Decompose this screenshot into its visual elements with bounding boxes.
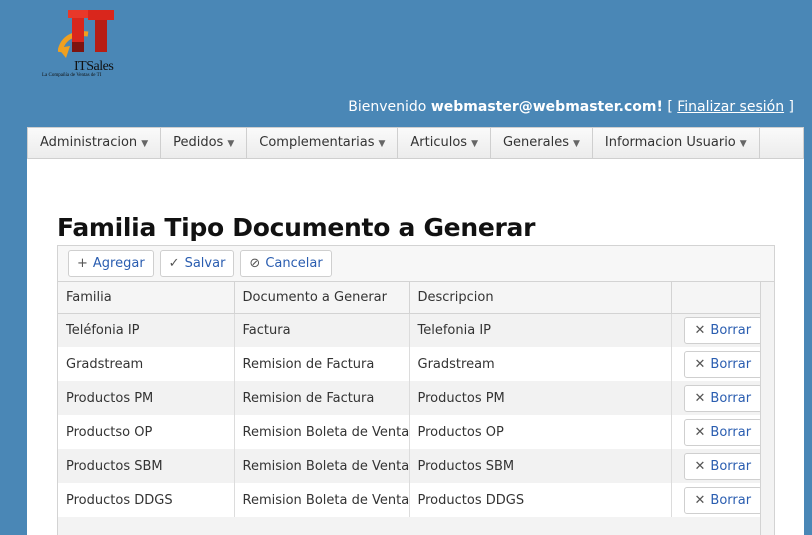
bracket-close: ] bbox=[788, 99, 794, 115]
chevron-down-icon: ▼ bbox=[471, 139, 478, 149]
logout-link[interactable]: Finalizar sesión bbox=[677, 99, 784, 115]
table-row[interactable]: Productos SBM Remision Boleta de Venta P… bbox=[58, 449, 761, 483]
delete-button[interactable]: ✕ Borrar bbox=[683, 486, 759, 514]
cell-descripcion[interactable]: Productos PM bbox=[409, 381, 672, 415]
cell-documento[interactable]: Remision Boleta de Venta bbox=[234, 449, 410, 483]
welcome-prefix: Bienvenido bbox=[348, 99, 427, 115]
cell-actions: ✕ Borrar bbox=[671, 347, 761, 381]
cell-actions: ✕ Borrar bbox=[671, 415, 761, 449]
delete-label: Borrar bbox=[710, 492, 752, 508]
logo-company-name: ITSales bbox=[74, 59, 114, 74]
cell-descripcion[interactable]: Telefonia IP bbox=[409, 313, 672, 347]
delete-button[interactable]: ✕ Borrar bbox=[683, 316, 759, 344]
nav-administracion[interactable]: Administracion ▼ bbox=[28, 128, 162, 158]
page-title: Familia Tipo Documento a Generar bbox=[57, 213, 536, 242]
delete-label: Borrar bbox=[710, 322, 752, 338]
check-icon: ✓ bbox=[168, 256, 180, 271]
cell-familia[interactable]: Productos SBM bbox=[58, 449, 235, 483]
grid-scrollbar[interactable] bbox=[760, 282, 774, 535]
table-row[interactable]: Productso OP Remision Boleta de Venta Pr… bbox=[58, 415, 761, 449]
table-row[interactable]: Teléfonia IP Factura Telefonia IP ✕ Borra… bbox=[58, 313, 761, 347]
welcome-message: Bienvenido webmaster@webmaster.com! [ Fi… bbox=[348, 99, 794, 115]
col-actions bbox=[671, 282, 761, 314]
table-row[interactable]: Gradstream Remision de Factura Gradstrea… bbox=[58, 347, 761, 381]
logo-slogan: La Compañía de Ventas de TI bbox=[42, 73, 102, 78]
save-label: Salvar bbox=[184, 256, 226, 271]
chevron-down-icon: ▼ bbox=[141, 139, 149, 149]
close-icon: ✕ bbox=[694, 492, 706, 508]
col-descripcion[interactable]: Descripcion bbox=[409, 282, 672, 314]
cell-documento[interactable]: Factura bbox=[234, 313, 410, 347]
delete-button[interactable]: ✕ Borrar bbox=[683, 418, 759, 446]
main-navbar: Administracion ▼ Pedidos ▼ Complementarias… bbox=[27, 127, 804, 159]
cell-documento[interactable]: Remision Boleta de Venta bbox=[234, 483, 410, 517]
delete-label: Borrar bbox=[710, 356, 752, 372]
cell-descripcion[interactable]: Productos DDGS bbox=[409, 483, 672, 517]
chevron-down-icon: ▼ bbox=[739, 139, 747, 149]
add-label: Agregar bbox=[92, 256, 145, 271]
logo-it-graphic bbox=[58, 10, 114, 58]
delete-label: Borrar bbox=[710, 390, 752, 406]
itsales-logo[interactable]: ITSales La Compañía de Ventas de TI bbox=[30, 6, 140, 78]
cell-documento[interactable]: Remision de Factura bbox=[234, 381, 410, 415]
table-row[interactable]: Productos PM Remision de Factura Product… bbox=[58, 381, 761, 415]
close-icon: ✕ bbox=[694, 356, 706, 372]
cell-familia[interactable]: Productso OP bbox=[58, 415, 235, 449]
cell-actions: ✕ Borrar bbox=[671, 483, 761, 517]
grid-toolbar: + Agregar ✓ Salvar ⊘ Cancelar bbox=[58, 246, 774, 282]
nav-informacion-usuario[interactable]: Informacion Usuario ▼ bbox=[593, 128, 760, 158]
col-familia[interactable]: Familia bbox=[58, 282, 235, 314]
col-documento[interactable]: Documento a Generar bbox=[234, 282, 410, 314]
nav-label: Articulos bbox=[410, 135, 468, 150]
cancel-button[interactable]: ⊘ Cancelar bbox=[240, 250, 332, 277]
table-row[interactable]: Productos DDGS Remision Boleta de Venta … bbox=[58, 483, 761, 517]
cell-descripcion[interactable]: Productos SBM bbox=[409, 449, 672, 483]
chevron-down-icon: ▼ bbox=[573, 139, 580, 149]
delete-button[interactable]: ✕ Borrar bbox=[683, 384, 759, 412]
nav-label: Informacion Usuario bbox=[604, 135, 736, 150]
nav-label: Pedidos bbox=[173, 135, 224, 150]
chevron-down-icon: ▼ bbox=[378, 139, 386, 149]
close-icon: ✕ bbox=[694, 322, 706, 338]
close-icon: ✕ bbox=[694, 424, 706, 440]
cell-documento[interactable]: Remision de Factura bbox=[234, 347, 410, 381]
plus-icon: + bbox=[77, 256, 88, 271]
cell-documento[interactable]: Remision Boleta de Venta bbox=[234, 415, 410, 449]
save-button[interactable]: ✓ Salvar bbox=[159, 250, 235, 277]
delete-label: Borrar bbox=[710, 458, 752, 474]
delete-button[interactable]: ✕ Borrar bbox=[683, 452, 759, 480]
delete-label: Borrar bbox=[710, 424, 752, 440]
nav-generales[interactable]: Generales ▼ bbox=[491, 128, 593, 158]
cell-descripcion[interactable]: Productos OP bbox=[409, 415, 672, 449]
nav-label: Administracion bbox=[40, 135, 138, 150]
delete-button[interactable]: ✕ Borrar bbox=[683, 350, 759, 378]
cell-actions: ✕ Borrar bbox=[671, 313, 761, 347]
grid-table: Familia Documento a Generar Descripcion … bbox=[58, 282, 761, 517]
content-panel: Familia Tipo Documento a Generar + Agrega… bbox=[27, 159, 804, 535]
nav-label: Generales bbox=[502, 135, 569, 150]
cell-familia[interactable]: Productos DDGS bbox=[58, 483, 235, 517]
user-email: webmaster@webmaster.com! bbox=[430, 99, 663, 115]
nav-articulos[interactable]: Articulos ▼ bbox=[398, 128, 491, 158]
close-icon: ✕ bbox=[694, 458, 706, 474]
cell-actions: ✕ Borrar bbox=[671, 449, 761, 483]
cell-familia[interactable]: Teléfonia IP bbox=[58, 313, 235, 347]
nav-pedidos[interactable]: Pedidos ▼ bbox=[161, 128, 248, 158]
nav-label: Complementarias bbox=[259, 135, 375, 150]
bracket-open: [ bbox=[667, 99, 673, 115]
close-icon: ✕ bbox=[694, 390, 706, 406]
cancel-icon: ⊘ bbox=[249, 256, 261, 271]
cancel-label: Cancelar bbox=[265, 256, 323, 271]
cell-actions: ✕ Borrar bbox=[671, 381, 761, 415]
nav-complementarias[interactable]: Complementarias ▼ bbox=[247, 128, 399, 158]
cell-familia[interactable]: Productos PM bbox=[58, 381, 235, 415]
chevron-down-icon: ▼ bbox=[227, 139, 235, 149]
cell-descripcion[interactable]: Gradstream bbox=[409, 347, 672, 381]
header-row: Familia Documento a Generar Descripcion bbox=[58, 282, 761, 314]
cell-familia[interactable]: Gradstream bbox=[58, 347, 235, 381]
data-grid: + Agregar ✓ Salvar ⊘ Cancelar Familia Docum… bbox=[57, 245, 775, 535]
add-button[interactable]: + Agregar bbox=[68, 250, 154, 277]
